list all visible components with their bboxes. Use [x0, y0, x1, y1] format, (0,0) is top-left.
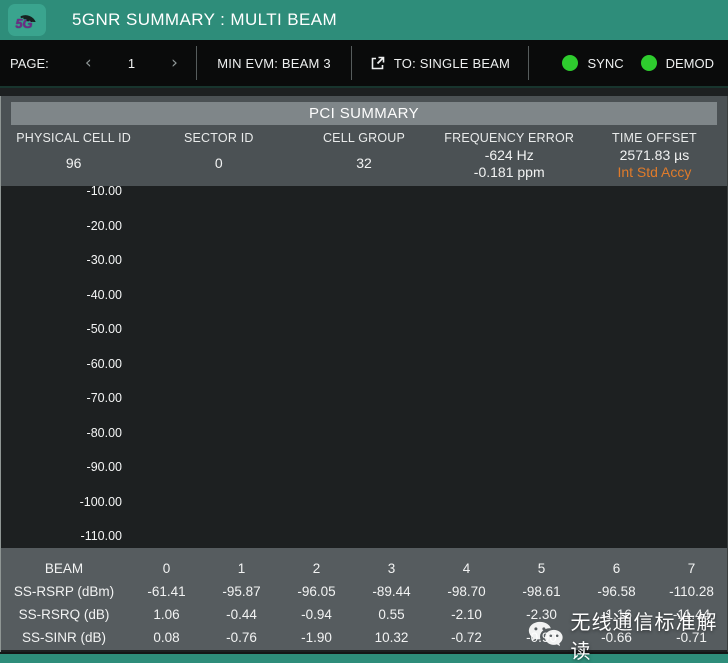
table-cell: -1.90: [301, 630, 332, 645]
demod-status-label: DEMOD: [665, 55, 714, 71]
field-physical-cell-id: PHYSICAL CELL ID 96: [16, 131, 132, 171]
table-row-label: BEAM: [44, 561, 84, 576]
table-cell: -61.41: [147, 584, 186, 599]
table-row-label: SS-SINR (dB): [21, 630, 106, 645]
table-row: SS-SINR (dB) 0.08 -0.76 -1.90 10.32 -0.72 -0.9…: [1, 626, 727, 649]
y-axis-tick-label: -80.00: [86, 425, 122, 440]
y-axis-tick-label: -100.00: [79, 494, 122, 509]
table-cell: -1.16: [601, 607, 632, 622]
table-cell: -0.90: [526, 630, 557, 645]
to-single-beam-label: TO: SINGLE BEAM: [393, 55, 511, 71]
page-title: 5GNR SUMMARY : MULTI BEAM: [72, 10, 338, 29]
table-row: SS-RSRP (dBm) -61.41 -95.87 -96.05 -89.44 -98…: [1, 580, 727, 603]
open-external-icon: [371, 56, 385, 69]
y-axis-tick-label: -60.00: [86, 356, 122, 371]
sync-status-label: SYNC: [587, 55, 624, 71]
plot-area: [131, 192, 727, 542]
y-axis-tick-label: -90.00: [86, 460, 122, 474]
table-cell: 0: [162, 561, 171, 576]
to-single-beam-button[interactable]: TO: SINGLE BEAM: [352, 56, 528, 71]
table-row-label: SS-RSRP (dBm): [13, 584, 115, 599]
page-control: PAGE: ‹ 1 ›: [0, 54, 196, 72]
table-cell: -0.71: [676, 630, 707, 645]
table-cell: -110.28: [669, 584, 714, 599]
table-cell: -98.70: [447, 584, 486, 599]
table-cell: 10.32: [374, 630, 409, 645]
page-label: PAGE:: [10, 55, 49, 71]
field-time-offset: TIME OFFSET 2571.83 µs Int Std Accy: [582, 131, 727, 180]
page-number[interactable]: 1: [128, 56, 135, 71]
pci-fields: PHYSICAL CELL ID 96 SECTOR ID 0 CELL GRO…: [1, 131, 727, 180]
pci-summary-title: PCI SUMMARY: [11, 102, 717, 125]
toolbar: PAGE: ‹ 1 › MIN EVM: BEAM 3 TO: SINGLE B…: [0, 40, 728, 88]
table-cell: -95.87: [222, 584, 261, 599]
y-axis-tick-label: -20.00: [86, 218, 122, 233]
table-cell: 5: [537, 561, 546, 576]
table-cell: -0.66: [601, 630, 632, 645]
table-cell: 0.55: [378, 607, 405, 622]
table-cell: 7: [687, 561, 696, 576]
table-cell: -96.58: [597, 584, 636, 599]
title-bar: 5G 5GNR SUMMARY : MULTI BEAM: [0, 0, 728, 40]
y-axis-tick-label: -40.00: [86, 287, 122, 302]
table-cell: -89.44: [372, 584, 411, 599]
field-cell-group: CELL GROUP 32: [322, 131, 406, 171]
table-cell: -2.10: [451, 607, 482, 622]
sync-status-dot: [562, 55, 579, 71]
table-cell: 1.06: [153, 607, 180, 622]
content-area: PCI SUMMARY PHYSICAL CELL ID 96 SECTOR I…: [0, 96, 728, 658]
table-cell: -96.05: [297, 584, 336, 599]
table-row-label: SS-RSRQ (dB): [18, 607, 110, 622]
y-axis-tick-label: -70.00: [86, 391, 122, 405]
table-cell: -98.61: [522, 584, 561, 599]
table-cell: -2.30: [526, 607, 557, 622]
page-next-button[interactable]: ›: [167, 54, 182, 72]
table-cell: -0.44: [226, 607, 257, 622]
min-evm-button[interactable]: MIN EVM: BEAM 3: [197, 56, 351, 71]
table-cell: -0.94: [301, 607, 332, 622]
y-axis-tick-label: -10.00: [86, 184, 122, 198]
table-cell: 3: [387, 561, 396, 576]
table-row: SS-RSRQ (dB) 1.06 -0.44 -0.94 0.55 -2.10 -2.30…: [1, 603, 727, 626]
table-cell: 4: [462, 561, 471, 576]
accuracy-flag: Int Std Accy: [617, 164, 692, 180]
signal-arcs-icon: [20, 15, 36, 22]
field-frequency-error: FREQUENCY ERROR -624 Hz -0.181 ppm: [444, 131, 575, 180]
table-cell: 2: [312, 561, 321, 576]
app-logo: 5G: [8, 4, 46, 36]
footer-accent-bar: [0, 652, 728, 663]
table-row: BEAM 0 1 2 3 4 5 6 7: [1, 557, 727, 580]
y-axis-tick-label: -110.00: [80, 529, 122, 543]
beam-metrics-table: BEAM 0 1 2 3 4 5 6 7 SS-RSRP (dBm) -61.41 -95.87 -96…: [1, 548, 727, 650]
table-cell: -0.76: [226, 630, 257, 645]
app-window: 5G 5GNR SUMMARY : MULTI BEAM PAGE: ‹ 1 ›…: [0, 0, 728, 663]
pci-summary-section: PCI SUMMARY PHYSICAL CELL ID 96 SECTOR I…: [1, 96, 727, 186]
field-sector-id: SECTOR ID 0: [183, 131, 254, 171]
table-cell: 0.08: [153, 630, 180, 645]
beam-rsrp-chart: -10.00 -20.00 -30.00 -40.00 -50.00 -60.00 -70.…: [1, 184, 727, 543]
table-cell: 6: [612, 561, 621, 576]
status-indicators: SYNC DEMOD: [529, 55, 728, 71]
y-axis-tick-label: -50.00: [86, 322, 122, 336]
y-axis: -10.00 -20.00 -30.00 -40.00 -50.00 -60.00 -70.…: [1, 184, 131, 543]
table-cell: -11.44: [672, 607, 711, 622]
y-axis-tick-label: -30.00: [86, 253, 122, 267]
page-prev-button[interactable]: ‹: [81, 54, 96, 72]
table-cell: 1: [237, 561, 246, 576]
table-cell: -0.72: [451, 630, 482, 645]
demod-status-dot: [640, 55, 657, 71]
